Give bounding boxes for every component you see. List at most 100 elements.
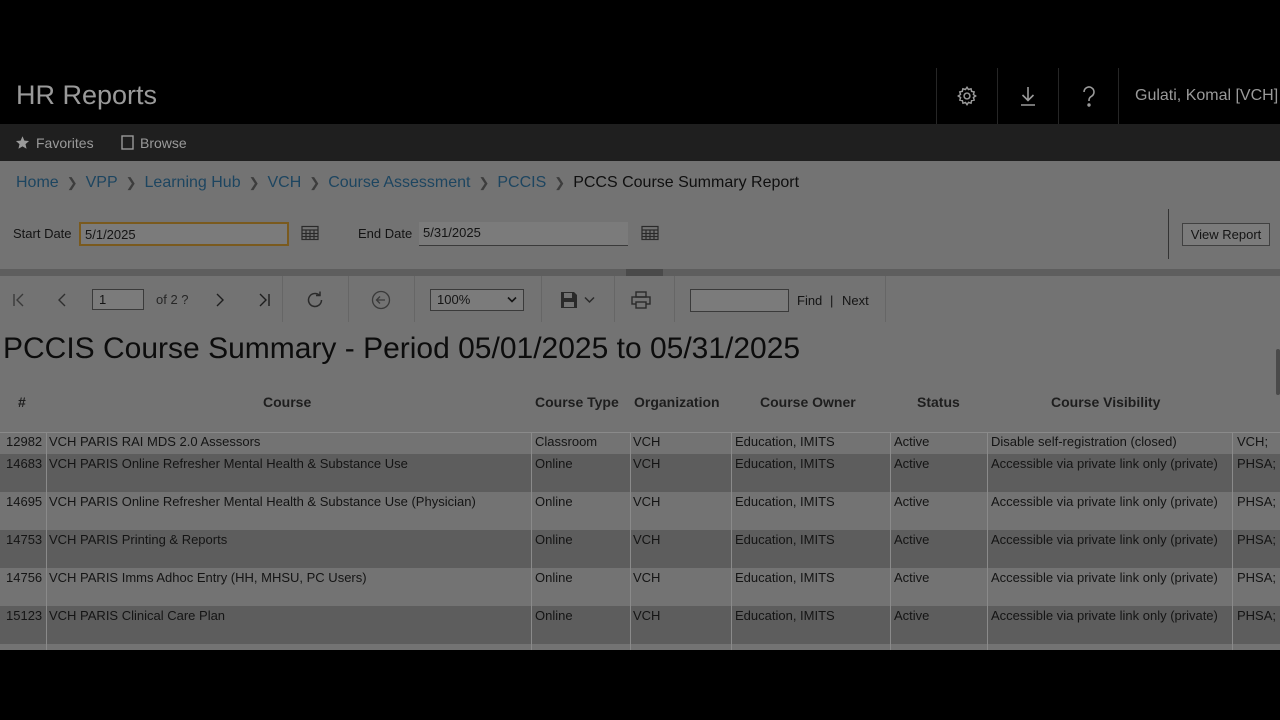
cell-course: VCH PARIS Printing & Reports bbox=[49, 532, 228, 547]
cell-audience: PHSA; bbox=[1237, 532, 1277, 547]
breadcrumb-vch[interactable]: VCH bbox=[268, 174, 302, 192]
params-divider bbox=[1168, 209, 1169, 259]
print-button[interactable] bbox=[628, 281, 654, 319]
cell-audience: VCH; bbox=[1237, 434, 1269, 449]
chevron-right-icon: ❯ bbox=[478, 175, 490, 190]
toolbar-divider bbox=[885, 276, 886, 322]
breadcrumb-current: PCCS Course Summary Report bbox=[573, 174, 800, 191]
column-divider bbox=[731, 432, 732, 650]
scrollbar-thumb[interactable] bbox=[1276, 349, 1280, 395]
report-title: PCCIS Course Summary - Period 05/01/2025… bbox=[3, 332, 801, 365]
save-icon bbox=[560, 292, 577, 308]
cell-course-visibility: Accessible via private link only (privat… bbox=[991, 532, 1218, 547]
star-icon bbox=[15, 136, 30, 149]
app-title[interactable]: HR Reports bbox=[16, 80, 157, 111]
download-icon bbox=[1021, 87, 1035, 106]
back-arrow-icon bbox=[371, 290, 391, 310]
calendar-icon bbox=[301, 225, 319, 241]
column-header-status: Status bbox=[917, 394, 960, 410]
user-menu[interactable]: Gulati, Komal [VCH] bbox=[1118, 68, 1280, 124]
toolbar-divider bbox=[282, 276, 283, 322]
nav-browse[interactable]: Browse bbox=[121, 124, 187, 161]
cell-course: VCH PARIS Imms Adhoc Entry (HH, MHSU, PC… bbox=[49, 570, 367, 585]
cell-status: Active bbox=[894, 456, 930, 471]
cell-course-visibility: Accessible via private link only (privat… bbox=[991, 570, 1218, 585]
chevron-down-icon bbox=[507, 296, 517, 303]
breadcrumb-home[interactable]: Home bbox=[16, 174, 59, 192]
cell-number: 14753 bbox=[6, 532, 43, 547]
chevron-left-icon bbox=[58, 293, 66, 307]
cell-course-visibility: Disable self-registration (closed) bbox=[991, 434, 1177, 449]
start-date-input[interactable]: 5/1/2025 bbox=[79, 222, 289, 246]
page-count: of 2 ? bbox=[156, 292, 189, 307]
chevron-right-icon: ❯ bbox=[248, 175, 260, 190]
nav-browse-label: Browse bbox=[140, 134, 187, 151]
last-page-icon bbox=[259, 293, 270, 307]
find-link[interactable]: Find bbox=[797, 293, 822, 308]
breadcrumb-vpp[interactable]: VPP bbox=[86, 174, 118, 192]
breadcrumb-learning-hub[interactable]: Learning Hub bbox=[145, 174, 241, 192]
start-date-calendar-button[interactable] bbox=[301, 225, 319, 241]
last-page-button[interactable] bbox=[251, 281, 277, 319]
cell-organization: VCH bbox=[633, 608, 661, 623]
start-date-label: Start Date bbox=[13, 226, 72, 241]
column-divider bbox=[987, 432, 988, 650]
breadcrumb-course-assessment[interactable]: Course Assessment bbox=[328, 174, 470, 192]
nav-favorites[interactable]: Favorites bbox=[15, 124, 94, 161]
column-header-course: Course bbox=[263, 394, 312, 410]
settings-button[interactable] bbox=[936, 68, 997, 124]
cell-course-owner: Education, IMITS bbox=[735, 608, 835, 623]
find-input[interactable] bbox=[690, 289, 789, 312]
zoom-select[interactable]: 100% bbox=[430, 289, 524, 311]
zoom-value: 100% bbox=[437, 292, 471, 307]
nav-favorites-label: Favorites bbox=[36, 134, 94, 151]
cell-number: 14695 bbox=[6, 494, 43, 509]
table-row: 14756 VCH PARIS Imms Adhoc Entry (HH, MH… bbox=[0, 568, 1280, 606]
help-icon bbox=[1083, 86, 1095, 107]
cell-audience: PHSA; bbox=[1237, 608, 1277, 623]
download-button[interactable] bbox=[997, 68, 1058, 124]
table-border bbox=[0, 432, 1280, 433]
cell-course-type: Classroom bbox=[535, 434, 598, 449]
column-divider bbox=[630, 432, 631, 650]
browse-icon bbox=[121, 135, 134, 150]
view-report-button[interactable]: View Report bbox=[1182, 223, 1270, 246]
cell-course: VCH PARIS Online Refresher Mental Health… bbox=[49, 494, 476, 509]
cell-course: VCH PARIS Clinical Care Plan bbox=[49, 608, 226, 623]
cell-organization: VCH bbox=[633, 570, 661, 585]
next-page-button[interactable] bbox=[207, 281, 233, 319]
cell-course: VCH PARIS RAI MDS 2.0 Assessors bbox=[49, 434, 261, 449]
cell-status: Active bbox=[894, 532, 930, 547]
first-page-icon bbox=[13, 293, 24, 307]
splitter-handle[interactable] bbox=[626, 269, 663, 276]
export-button[interactable] bbox=[554, 281, 600, 319]
end-date-calendar-button[interactable] bbox=[641, 225, 659, 241]
refresh-button[interactable] bbox=[302, 281, 328, 319]
cell-organization: VCH bbox=[633, 456, 661, 471]
column-divider bbox=[531, 432, 532, 650]
toolbar-divider bbox=[674, 276, 675, 322]
column-header-course-visibility: Course Visibility bbox=[1051, 394, 1161, 410]
toolbar-divider bbox=[348, 276, 349, 322]
cell-course-visibility: Accessible via private link only (privat… bbox=[991, 494, 1218, 509]
cell-status: Active bbox=[894, 494, 930, 509]
previous-page-button[interactable] bbox=[49, 281, 75, 319]
page-number-input[interactable]: 1 bbox=[92, 289, 144, 310]
end-date-input[interactable]: 5/31/2025 bbox=[419, 222, 628, 246]
chevron-right-icon: ❯ bbox=[125, 175, 137, 190]
breadcrumb-pccis[interactable]: PCCIS bbox=[497, 174, 546, 192]
cell-audience: PHSA; bbox=[1237, 494, 1277, 509]
cell-status: Active bbox=[894, 608, 930, 623]
app-window: HR Reports Gulati, Komal [VCH] Favorites bbox=[0, 68, 1280, 650]
first-page-button[interactable] bbox=[6, 281, 32, 319]
toolbar-divider bbox=[614, 276, 615, 322]
help-button[interactable] bbox=[1058, 68, 1119, 124]
column-header-organization: Organization bbox=[634, 394, 720, 410]
cell-course-owner: Education, IMITS bbox=[735, 532, 835, 547]
column-divider bbox=[1232, 432, 1233, 650]
cell-course-owner: Education, IMITS bbox=[735, 570, 835, 585]
cell-number: 14683 bbox=[6, 456, 43, 471]
find-next-link[interactable]: Next bbox=[842, 293, 869, 308]
back-to-parent-button[interactable] bbox=[368, 281, 394, 319]
column-divider bbox=[890, 432, 891, 650]
